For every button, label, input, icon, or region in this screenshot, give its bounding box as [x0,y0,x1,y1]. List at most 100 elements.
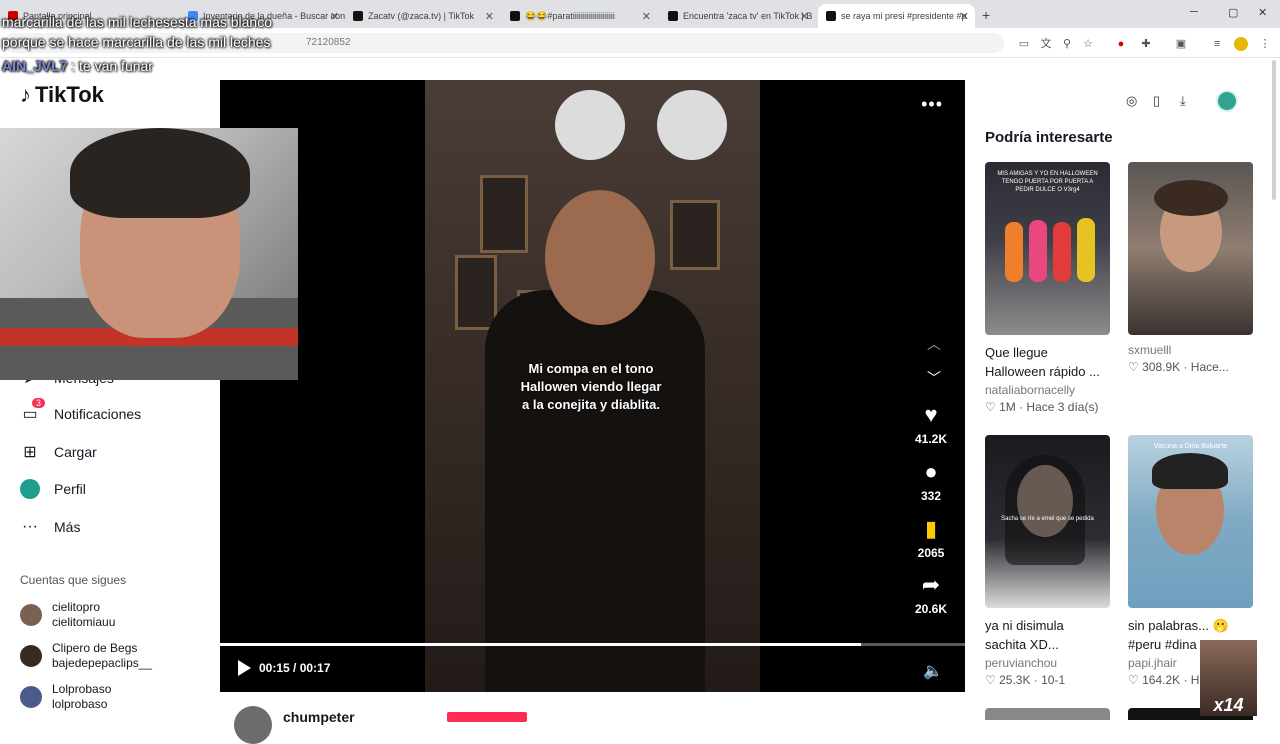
volume-icon[interactable]: 🔈 [923,661,943,681]
following-title: Cuentas que sigues [20,573,127,587]
tiktok-logo[interactable]: ♪ TikTok [20,82,104,108]
wall-picture [455,255,497,330]
save-button[interactable]: ▮ 2065 [913,516,949,560]
browser-tab[interactable]: 😂😂#paratiiiiiiiiiiiiiiiiiiiii ✕ [502,4,657,28]
stream-overlay-line2: porque se hace marcarilla de las mil lec… [2,34,271,50]
menu-list-icon[interactable]: ≡ [1210,37,1224,51]
avatar [20,686,42,708]
video-time: 00:15 / 00:17 [259,661,331,675]
extensions-icon[interactable]: ✚ [1139,37,1153,51]
recommendation-card[interactable]: MIS AMIGAS Y YO EN HALLOWEEN TENGO PUERT… [985,162,1110,414]
following-item[interactable]: cielitopro cielitomiauu [20,600,115,630]
follow-button[interactable] [447,712,527,722]
bookmark-icon: ▮ [924,516,938,541]
close-icon[interactable]: ✕ [960,10,969,23]
following-item[interactable]: Clipero de Begs bajedepepaclips__ [20,641,152,671]
scrollbar[interactable] [1272,60,1276,200]
window-close-icon[interactable]: ✕ [1258,6,1267,19]
recommendation-card[interactable]: Sacha se ríe a emel que se pedida ya ni … [985,435,1110,687]
browser-tab-active[interactable]: se raya mi presi #presidente #p ✕ [818,4,975,28]
video-author-row: chumpeter [220,692,965,744]
browser-tab[interactable]: Encuentra 'zaca tv' en TikTok | B ✕ [660,4,815,28]
new-tab-button[interactable]: + [982,7,990,23]
like-button[interactable]: ♥ 41.2K [913,402,949,446]
chevron-down-icon[interactable]: ﹀ [927,368,941,388]
card-author[interactable]: nataliabornacelly [985,383,1110,397]
card-author[interactable]: peruvianchou [985,656,1110,670]
tab-favicon-icon [668,11,678,21]
plus-square-icon: ⊞ [23,444,37,461]
recommendations-title: Podría interesarte [985,129,1113,146]
sidebar-item-notifications[interactable]: ▭ 3 Notificaciones [20,398,141,424]
close-icon[interactable]: ✕ [330,10,339,23]
stream-counter-overlay: x14 [1200,640,1257,716]
comment-button[interactable]: ● 332 [913,459,949,503]
video-player[interactable]: Mi compa en el tono Hallowen viendo lleg… [220,80,965,692]
close-icon[interactable]: ✕ [642,10,651,23]
video-thumbnail[interactable]: Vacuna a Dina Boluarte [1128,435,1253,608]
download-icon[interactable]: ⤓ [1180,93,1186,109]
cast-icon[interactable]: ▣ [1174,37,1188,51]
profile-icon[interactable] [1234,37,1248,51]
more-options-icon[interactable]: ••• [921,94,943,115]
playback-controls: 00:15 / 00:17 [238,660,330,676]
maximize-icon[interactable]: ▢ [1228,6,1238,19]
share-button[interactable]: ➦ 20.6K [913,572,949,616]
zoom-icon[interactable]: ⚲ [1060,37,1074,51]
wall-picture [480,175,528,253]
star-icon[interactable]: ☆ [1081,37,1095,51]
chat-username: AIN_JVL7 [2,58,68,74]
avatar [20,604,42,626]
minimize-icon[interactable]: ─ [1190,6,1198,18]
video-thumbnail[interactable]: MIS AMIGAS Y YO EN HALLOWEEN TENGO PUERT… [985,162,1110,335]
tiktok-logo-icon: ♪ [20,82,31,107]
mobile-icon[interactable]: ▯ [1153,93,1160,109]
video-person-suit [485,290,705,692]
avatar [20,645,42,667]
card-description: Que llegue Halloween rápido ... [985,345,1100,379]
save-count: 2065 [917,546,945,560]
close-icon[interactable]: ✕ [800,10,809,23]
translate-icon[interactable]: 文 [1039,37,1053,51]
video-caption: Mi compa en el tono Hallowen viendo lleg… [520,361,662,412]
video-progress-fill [220,643,861,646]
compass-icon[interactable]: ◎ [1126,93,1137,109]
author-avatar[interactable] [234,706,272,744]
tab-favicon-icon [826,11,836,21]
following-item[interactable]: Lolprobaso lolprobaso [20,682,111,712]
webcam-overlay [0,128,298,380]
sidebar-item-upload[interactable]: ⊞ Cargar [20,442,97,462]
browser-tab[interactable]: Zacatv (@zaca.tv) | TikTok ✕ [345,4,500,28]
video-thumbnail[interactable]: Sacha se ríe a emel que se pedida [985,435,1110,608]
video-progress-bar[interactable] [220,643,965,646]
close-icon[interactable]: ✕ [485,10,494,23]
sidebar-item-more[interactable]: ··· Más [20,517,80,537]
card-author[interactable]: sxmuelll [1128,343,1253,357]
chat-text: : te van funar [67,58,153,74]
video-thumbnail[interactable] [985,708,1110,720]
share-icon: ➦ [921,572,941,597]
card-meta: ♡ 25.3K · 10-1 [985,673,1066,687]
kebab-menu-icon[interactable]: ⋮ [1258,37,1272,51]
install-icon[interactable]: ▭ [1017,37,1031,51]
opera-icon[interactable]: ● [1114,37,1128,51]
tab-favicon-icon [353,11,363,21]
share-count: 20.6K [914,602,948,616]
video-thumbnail[interactable] [1128,162,1253,335]
comment-icon: ● [924,459,938,484]
profile-avatar [20,479,40,499]
recommendation-card[interactable]: sxmuelll ♡ 308.9K · Hace... [1128,162,1253,374]
stream-chat-message: AIN_JVL7 : te van funar [2,58,153,74]
wall-picture [670,200,720,270]
user-avatar[interactable] [1216,90,1238,112]
video-person-face [545,190,655,325]
play-icon[interactable] [238,660,251,676]
mouse-ear [555,90,625,160]
author-name[interactable]: chumpeter [283,709,355,725]
notification-badge: 3 [32,398,46,408]
card-description: ya ni disimula sachita XD... [985,618,1064,652]
sidebar-item-profile[interactable]: Perfil [20,479,86,499]
chevron-up-icon[interactable]: ︿ [927,334,941,354]
like-count: 41.2K [914,432,948,446]
card-meta: ♡ 1M · Hace 3 día(s) [985,400,1099,414]
